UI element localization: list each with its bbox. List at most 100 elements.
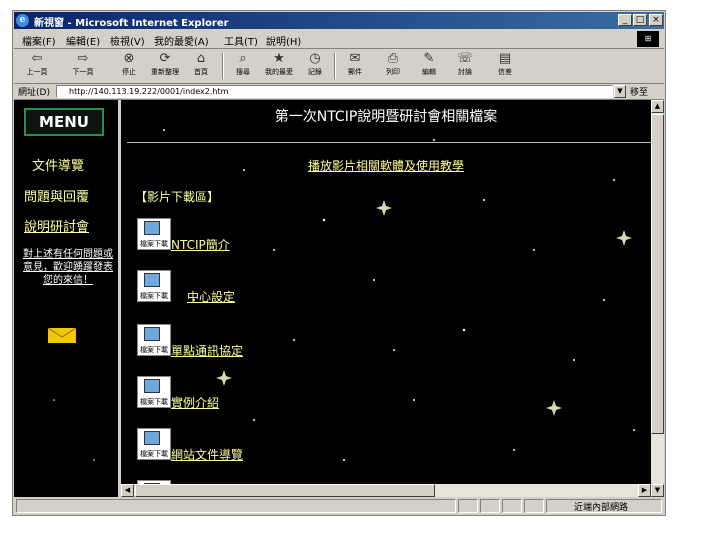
section-title: 【影片下載區】 [135, 190, 220, 204]
messenger-button[interactable]: ▤ 信差 [488, 51, 522, 81]
favorites-icon: ★ [273, 51, 285, 66]
favorites-label: 我的最愛 [265, 68, 293, 76]
horizontal-scrollbar[interactable]: ◀ ▶ [121, 484, 651, 497]
status-bar: 近端內部網路 [14, 498, 664, 514]
windows-logo-icon: ⊞ [637, 31, 659, 47]
play-software-link[interactable]: 播放影片相關軟體及使用教學 [121, 157, 651, 174]
search-button[interactable]: ⌕ 搜尋 [226, 51, 260, 81]
scroll-up-button[interactable]: ▲ [651, 100, 664, 113]
discuss-button[interactable]: ☏ 討論 [448, 51, 482, 81]
download-icon[interactable]: 檔案下載 [137, 428, 171, 460]
menu-favorites[interactable]: 我的最愛(A) [154, 33, 209, 48]
print-icon: ⎙ [387, 51, 399, 66]
download-icon[interactable]: 檔案下載 [137, 376, 171, 408]
edit-button[interactable]: ✎ 編輯 [412, 51, 446, 81]
vertical-scrollbar[interactable]: ▲ ▼ [651, 100, 664, 497]
menu-file[interactable]: 檔案(F) [22, 33, 56, 48]
stop-button[interactable]: ⊗ 停止 [112, 51, 146, 81]
page-content: MENU 文件導覽 問題與回覆 說明研討會 對上述有任何問題或意見，歡迎踴躍發表… [14, 100, 664, 497]
nav-item-qa[interactable]: 問題與回覆 [24, 186, 89, 205]
home-button[interactable]: ⌂ 首頁 [184, 51, 218, 81]
divider [127, 142, 653, 143]
envelope-icon[interactable] [48, 328, 76, 343]
print-label: 列印 [386, 68, 400, 76]
ie-logo-icon: e [16, 14, 29, 27]
address-input[interactable]: http://140.113.19.222/0001/index2.htm [56, 85, 613, 98]
scroll-down-button[interactable]: ▼ [651, 484, 664, 497]
print-button[interactable]: ⎙ 列印 [376, 51, 410, 81]
edit-icon: ✎ [423, 51, 435, 66]
menu-bar: 檔案(F) 編輯(E) 檢視(V) 我的最愛(A) 工具(T) 說明(H) [14, 30, 664, 49]
menu-tools[interactable]: 工具(T) [224, 33, 258, 48]
left-frame: MENU 文件導覽 問題與回覆 說明研討會 對上述有任何問題或意見，歡迎踴躍發表… [14, 100, 121, 497]
history-button[interactable]: ◷ 記錄 [298, 51, 332, 81]
status-pane [480, 499, 500, 513]
address-bar: 網址(D) http://140.113.19.222/0001/index2.… [14, 84, 664, 100]
scroll-left-button[interactable]: ◀ [121, 484, 134, 497]
download-link-site-guide[interactable]: 網站文件導覽 [171, 446, 243, 463]
discuss-label: 討論 [458, 68, 472, 76]
minimize-button[interactable]: _ [618, 14, 632, 26]
discuss-icon: ☏ [456, 51, 474, 66]
main-frame: 第一次NTCIP說明暨研討會相關檔案 播放影片相關軟體及使用教學 【影片下載區】… [121, 100, 653, 497]
history-icon: ◷ [309, 51, 321, 66]
menu-logo: MENU [24, 108, 104, 136]
refresh-icon: ⟳ [159, 51, 171, 66]
toolbar-separator [334, 53, 336, 79]
mail-button[interactable]: ✉ 郵件 [338, 51, 372, 81]
messenger-icon: ▤ [498, 51, 512, 66]
history-label: 記錄 [308, 68, 322, 76]
home-label: 首頁 [194, 68, 208, 76]
refresh-label: 重新整理 [151, 68, 179, 76]
download-link-center-config[interactable]: 中心設定 [187, 288, 235, 305]
stop-label: 停止 [122, 68, 136, 76]
zone-label: 近端內部網路 [574, 503, 629, 513]
download-icon[interactable]: 檔案下載 [137, 324, 171, 356]
contact-message-link[interactable]: 對上述有任何問題或意見，歡迎踴躍發表您的來信！ [22, 248, 114, 287]
forward-label: 下一頁 [72, 68, 94, 76]
mail-label: 郵件 [348, 68, 362, 76]
maximize-button[interactable]: □ [633, 14, 647, 26]
window-title: 新視窗 - Microsoft Internet Explorer [34, 18, 229, 29]
nav-item-documents[interactable]: 文件導覽 [32, 155, 84, 174]
messenger-label: 信差 [498, 68, 512, 76]
back-arrow-icon: ⇦ [31, 51, 43, 66]
forward-button[interactable]: ⇨ 下一頁 [66, 51, 100, 81]
menu-edit[interactable]: 編輯(E) [66, 33, 100, 48]
browser-window: e 新視窗 - Microsoft Internet Explorer _ □ … [12, 10, 666, 516]
toolbar: ⇦ 上一頁 ⇨ 下一頁 ⊗ 停止 ⟳ 重新整理 ⌂ 首頁 ⌕ 搜尋 ★ 我的最愛 [14, 49, 664, 84]
download-link-examples[interactable]: 實例介紹 [171, 394, 219, 411]
status-pane [524, 499, 544, 513]
refresh-button[interactable]: ⟳ 重新整理 [148, 51, 182, 81]
nav-item-seminar[interactable]: 說明研討會 [24, 216, 89, 235]
title-bar: e 新視窗 - Microsoft Internet Explorer _ □ … [14, 12, 664, 29]
search-label: 搜尋 [236, 68, 250, 76]
back-button[interactable]: ⇦ 上一頁 [20, 51, 54, 81]
status-pane [458, 499, 478, 513]
address-label: 網址(D) [18, 88, 50, 98]
status-pane [502, 499, 522, 513]
status-text-pane [16, 499, 456, 513]
horizontal-scroll-thumb[interactable] [135, 484, 435, 497]
menu-help[interactable]: 說明(H) [266, 33, 301, 48]
toolbar-separator [222, 53, 224, 79]
favorites-button[interactable]: ★ 我的最愛 [262, 51, 296, 81]
menu-view[interactable]: 檢視(V) [110, 33, 145, 48]
back-label: 上一頁 [26, 68, 48, 76]
page-title: 第一次NTCIP說明暨研討會相關檔案 [274, 109, 498, 125]
mail-icon: ✉ [349, 51, 361, 66]
download-link-single-point[interactable]: 單點通訊協定 [171, 342, 243, 359]
scroll-right-button[interactable]: ▶ [638, 484, 651, 497]
download-icon[interactable]: 檔案下載 [137, 270, 171, 302]
download-link-ntcip-intro[interactable]: NTCIP簡介 [171, 236, 230, 253]
vertical-scroll-thumb[interactable] [651, 114, 664, 434]
edit-label: 編輯 [422, 68, 436, 76]
go-button[interactable]: 移至 [630, 85, 648, 98]
stop-icon: ⊗ [123, 51, 135, 66]
download-icon[interactable]: 檔案下載 [137, 218, 171, 250]
forward-arrow-icon: ⇨ [77, 51, 89, 66]
home-icon: ⌂ [196, 51, 206, 66]
address-dropdown-button[interactable]: ▼ [614, 85, 626, 98]
close-button[interactable]: × [649, 14, 663, 26]
search-icon: ⌕ [239, 51, 247, 66]
